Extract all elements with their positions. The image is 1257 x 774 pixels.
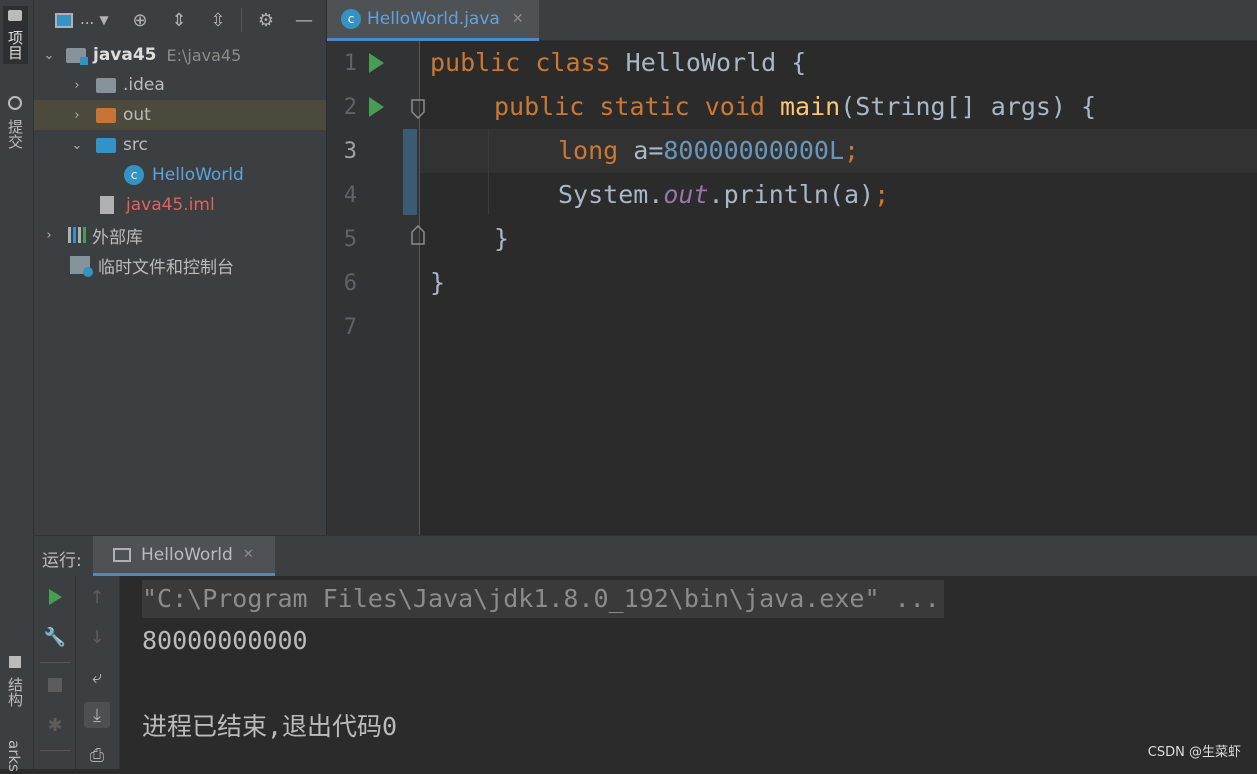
view-mode-icon[interactable] [52,8,76,32]
left-tool-strip: 项目 提交 结构 arks [0,0,34,772]
minimize-icon[interactable]: — [292,8,316,32]
tree-item-label: src [123,135,148,155]
class-icon: c [124,165,144,185]
chevron-right-icon[interactable]: › [70,108,84,123]
line-number: 6 [343,271,357,296]
tree-item-idea[interactable]: › .idea [34,70,326,100]
class-icon: c [341,9,361,29]
line-number: 2 [343,95,357,120]
scroll-to-end-icon[interactable]: ⤓ [84,702,110,728]
tree-item-external-libraries[interactable]: › 外部库 [34,220,326,250]
module-folder-icon [66,47,88,65]
console-command-line: "C:\Program Files\Java\jdk1.8.0_192\bin\… [142,580,944,618]
tree-item-label: .idea [123,75,165,95]
folder-icon [96,77,116,93]
tree-item-scratches[interactable]: 临时文件和控制台 [34,250,326,280]
code-line-1: public class HelloWorld { [430,48,807,77]
toolbar-divider [40,662,70,663]
chevron-down-icon[interactable]: ⌄ [70,138,84,153]
chevron-down-icon[interactable]: ⌄ [42,48,56,63]
commit-icon [8,96,22,110]
run-main-icon[interactable] [369,97,384,117]
tree-item-helloworld[interactable]: c HelloWorld [34,160,326,190]
arrow-up-icon[interactable]: ↑ [84,584,110,610]
console-exit-line: 进程已结束,退出代码0 [142,712,398,741]
code-line-2: public static void main(String[] args) { [494,92,1097,121]
run-panel-label: 运行: [42,551,82,571]
commit-tool-label: 提交 [6,118,24,149]
close-icon[interactable]: ✕ [243,547,254,562]
change-marker [403,129,417,215]
chevron-right-icon[interactable]: › [70,78,84,93]
tree-item-label: java45.iml [126,195,215,215]
wrench-icon[interactable]: 🔧 [42,624,68,650]
bookmarks-tool-label: arks [5,740,23,772]
tree-item-label: out [123,105,151,125]
close-icon[interactable]: ✕ [512,11,524,27]
bookmarks-tool-tab[interactable]: arks [3,738,25,774]
locate-icon[interactable]: ⊕ [128,8,152,32]
tree-item-out[interactable]: › out [34,100,326,130]
collapse-all-icon[interactable]: ⇳ [206,8,230,32]
tree-item-root[interactable]: ⌄ java45 E:\java45 [34,40,326,70]
code-line-4: System.out.println(a); [558,180,890,209]
line-number: 4 [343,183,357,208]
run-toolbar-secondary: ↑ ↓ ⤶ ⤓ ⎙ [76,576,120,769]
run-panel-header: 运行: HelloWorld ✕ [34,535,1257,576]
tree-item-label: 临时文件和控制台 [98,257,234,278]
line-number: 3 [343,139,357,164]
debug-icon[interactable]: ✱ [42,712,68,738]
run-tab-label: HelloWorld [141,544,233,565]
source-folder-icon [96,137,116,153]
toolbar-divider [241,8,242,32]
tree-item-iml[interactable]: java45.iml [34,190,326,220]
editor-tab-helloworld[interactable]: c HelloWorld.java ✕ [327,0,539,41]
arrow-down-icon[interactable]: ↓ [84,624,110,650]
tree-item-label: HelloWorld [152,165,244,185]
tree-item-src[interactable]: ⌄ src [34,130,326,160]
run-tab-helloworld[interactable]: HelloWorld ✕ [93,536,275,576]
toolbar-divider [40,750,70,751]
rerun-icon[interactable] [42,584,68,610]
project-toolbar: ... ▼ ⊕ ⇕ ⇳ ⚙ — [34,0,326,40]
structure-tool-tab[interactable]: 结构 [3,652,28,711]
tree-item-label: 外部库 [92,227,143,248]
project-tool-label: 项目 [6,29,24,60]
chevron-right-icon[interactable]: › [42,228,56,243]
structure-tool-label: 结构 [6,676,24,707]
code-line-6: } [430,268,446,297]
print-icon[interactable]: ⎙ [84,742,110,768]
folder-icon [8,10,22,21]
line-number: 5 [343,227,357,252]
code-line-3: long a=80000000000L; [558,136,860,165]
project-panel: ... ▼ ⊕ ⇕ ⇳ ⚙ — ⌄ java45 E:\java45 › .id… [34,0,327,535]
tree-root-path: E:\java45 [166,45,242,65]
editor-gutter: 1 2 3 4 5 6 7 [327,41,425,535]
soft-wrap-icon[interactable]: ⤶ [84,664,110,690]
structure-icon [9,656,21,668]
console-icon [113,547,131,562]
run-toolbar-primary: 🔧 ✱ [34,576,76,769]
line-number: 7 [343,315,357,340]
scratch-console-icon [70,256,93,277]
tree-root-name: java45 [93,45,157,65]
run-console[interactable]: "C:\Program Files\Java\jdk1.8.0_192\bin\… [120,576,1257,769]
editor-tab-label: HelloWorld.java [367,9,500,29]
console-output-line: 80000000000 [142,626,308,655]
stop-icon[interactable] [42,672,68,698]
file-icon [100,196,114,214]
code-line-5: } [494,224,510,253]
gear-icon[interactable]: ⚙ [254,8,278,32]
chevron-down-icon[interactable]: ▼ [92,8,116,32]
run-class-icon[interactable] [369,53,384,73]
editor-tab-bar: c HelloWorld.java ✕ [327,0,1257,41]
watermark: CSDN @生菜虾 [1147,745,1241,760]
library-icon [68,227,86,243]
excluded-folder-icon [96,107,116,123]
code-editor[interactable]: public class HelloWorld { public static … [420,41,1257,535]
project-tool-tab[interactable]: 项目 [3,6,28,64]
commit-tool-tab[interactable]: 提交 [3,92,28,153]
line-number: 1 [343,51,357,76]
expand-all-icon[interactable]: ⇕ [167,8,191,32]
